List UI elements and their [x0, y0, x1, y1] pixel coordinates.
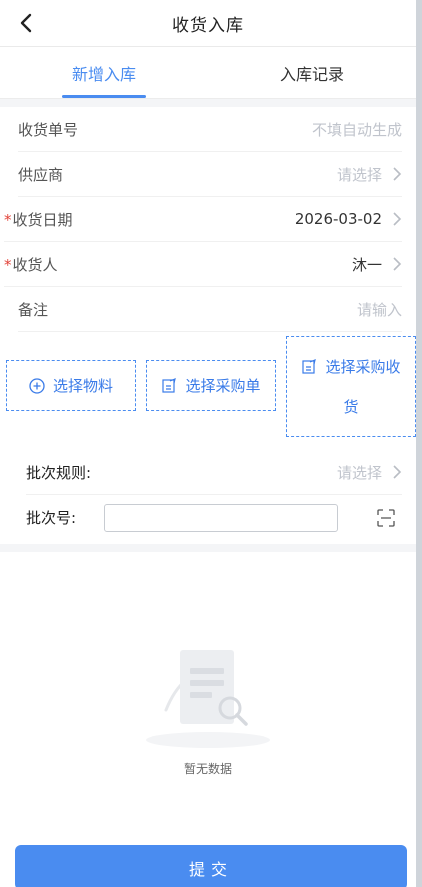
supplier-field[interactable]: 供应商 请选择 [18, 152, 402, 197]
receipt-form: 收货单号 不填自动生成 供应商 请选择 *收货日期 2026-03-02 *收货… [0, 107, 416, 332]
receive-date-field[interactable]: *收货日期 2026-03-02 [4, 197, 402, 242]
receiver-label: 收货人 [12, 255, 58, 274]
batch-rule-value: 请选择 [337, 462, 402, 483]
plus-circle-icon [29, 377, 45, 394]
receiver-label-group: *收货人 [4, 254, 58, 275]
receiver-text: 沐一 [351, 255, 382, 274]
receiver-field[interactable]: *收货人 沐一 [4, 242, 402, 287]
select-material-label: 选择物料 [52, 377, 113, 395]
batch-section: 批次规则: 请选择 批次号: [0, 450, 416, 540]
select-purchase-receipt-label-2: 货 [343, 398, 359, 416]
section-divider [0, 99, 416, 107]
back-button[interactable] [14, 10, 38, 36]
tab-new-receipt[interactable]: 新增入库 [0, 47, 208, 98]
action-buttons: 选择物料 选择采购单 选择采购收 货 [0, 332, 416, 450]
required-mark: * [4, 210, 12, 229]
chevron-right-icon [393, 167, 402, 181]
edit-form-icon [162, 377, 177, 393]
batch-no-field: 批次号: [26, 495, 402, 540]
select-purchase-receipt-line1: 选择采购收 [301, 347, 401, 387]
chevron-left-icon [20, 13, 32, 33]
supplier-value: 请选择 [337, 164, 402, 185]
chevron-right-icon [393, 257, 402, 271]
page-title: 收货入库 [172, 15, 244, 36]
submit-button[interactable]: 提交 [15, 845, 407, 887]
receipt-no-placeholder: 不填自动生成 [311, 120, 402, 139]
chevron-right-icon [393, 465, 402, 479]
batch-rule-field[interactable]: 批次规则: 请选择 [26, 450, 402, 495]
receive-date-label: 收货日期 [12, 210, 73, 229]
receipt-no-label: 收货单号 [18, 120, 79, 139]
scan-icon[interactable] [376, 508, 396, 528]
receive-date-label-group: *收货日期 [4, 209, 73, 230]
section-divider [0, 544, 416, 552]
empty-document-icon [146, 650, 270, 748]
batch-no-label: 批次号: [26, 509, 77, 527]
select-purchase-order-button[interactable]: 选择采购单 [146, 360, 276, 411]
select-material-button[interactable]: 选择物料 [6, 360, 136, 411]
empty-text: 暂无数据 [183, 762, 232, 776]
receiver-value: 沐一 [352, 254, 402, 275]
remark-placeholder: 请输入 [356, 300, 402, 319]
select-purchase-receipt-button[interactable]: 选择采购收 货 [286, 336, 416, 437]
receive-date-text: 2026-03-02 [294, 210, 382, 228]
tab-bar: 新增入库 入库记录 [0, 47, 416, 99]
tab-label: 入库记录 [279, 64, 344, 84]
remark-field[interactable]: 备注 请输入 [18, 287, 402, 332]
window-edge [416, 0, 422, 887]
select-purchase-receipt-label-1: 选择采购收 [325, 358, 401, 376]
chevron-right-icon [393, 212, 402, 226]
remark-label: 备注 [18, 300, 49, 319]
batch-rule-placeholder: 请选择 [336, 463, 382, 482]
batch-rule-label: 批次规则: [26, 463, 92, 482]
select-purchase-receipt-line2: 货 [343, 387, 358, 427]
edit-form-icon [302, 358, 317, 374]
tab-receipt-records[interactable]: 入库记录 [208, 47, 416, 98]
navigation-bar: 收货入库 [0, 0, 416, 47]
batch-no-input[interactable] [104, 503, 339, 532]
select-purchase-order-label: 选择采购单 [185, 377, 261, 395]
receive-date-value: 2026-03-02 [295, 210, 402, 228]
app-frame: 收货入库 新增入库 入库记录 收货单号 不填自动生成 供应商 请选择 *收货日期 [0, 0, 416, 887]
active-tab-indicator [62, 95, 146, 98]
tab-label: 新增入库 [71, 64, 136, 84]
receipt-no-field[interactable]: 收货单号 不填自动生成 [18, 107, 402, 152]
supplier-label: 供应商 [18, 165, 64, 184]
supplier-placeholder: 请选择 [336, 165, 382, 184]
required-mark: * [4, 255, 12, 274]
empty-state: 暂无数据 [0, 640, 416, 777]
